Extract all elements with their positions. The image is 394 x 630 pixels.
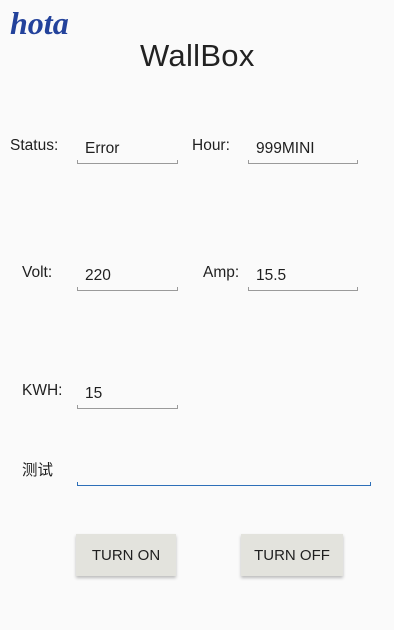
- amp-value: 15.5: [256, 267, 287, 284]
- page-title: WallBox: [140, 38, 255, 73]
- test-underline: [77, 482, 371, 486]
- volt-field[interactable]: 220: [77, 267, 178, 291]
- volt-value: 220: [85, 267, 111, 284]
- volt-underline: [77, 287, 178, 291]
- amp-underline: [248, 287, 358, 291]
- kwh-label: KWH:: [22, 382, 63, 399]
- kwh-underline: [77, 405, 178, 409]
- turn-off-button[interactable]: TURN OFF: [241, 534, 343, 576]
- status-underline: [77, 160, 178, 164]
- logo-text: hota: [10, 5, 69, 41]
- kwh-field[interactable]: 15: [77, 385, 178, 409]
- hota-logo: hota: [10, 5, 69, 41]
- hour-label: Hour:: [192, 137, 230, 154]
- kwh-value: 15: [85, 385, 103, 402]
- volt-label: Volt:: [22, 264, 53, 281]
- hour-value: 999MINI: [256, 140, 315, 157]
- amp-label: Amp:: [203, 264, 240, 281]
- status-value: Error: [85, 140, 120, 157]
- test-input[interactable]: [77, 462, 371, 486]
- test-label: 测试: [22, 462, 54, 479]
- status-field[interactable]: Error: [77, 140, 178, 164]
- status-label: Status:: [10, 137, 59, 154]
- hour-field[interactable]: 999MINI: [248, 140, 358, 164]
- amp-field[interactable]: 15.5: [248, 267, 358, 291]
- turn-on-button[interactable]: TURN ON: [76, 534, 176, 576]
- hour-underline: [248, 160, 358, 164]
